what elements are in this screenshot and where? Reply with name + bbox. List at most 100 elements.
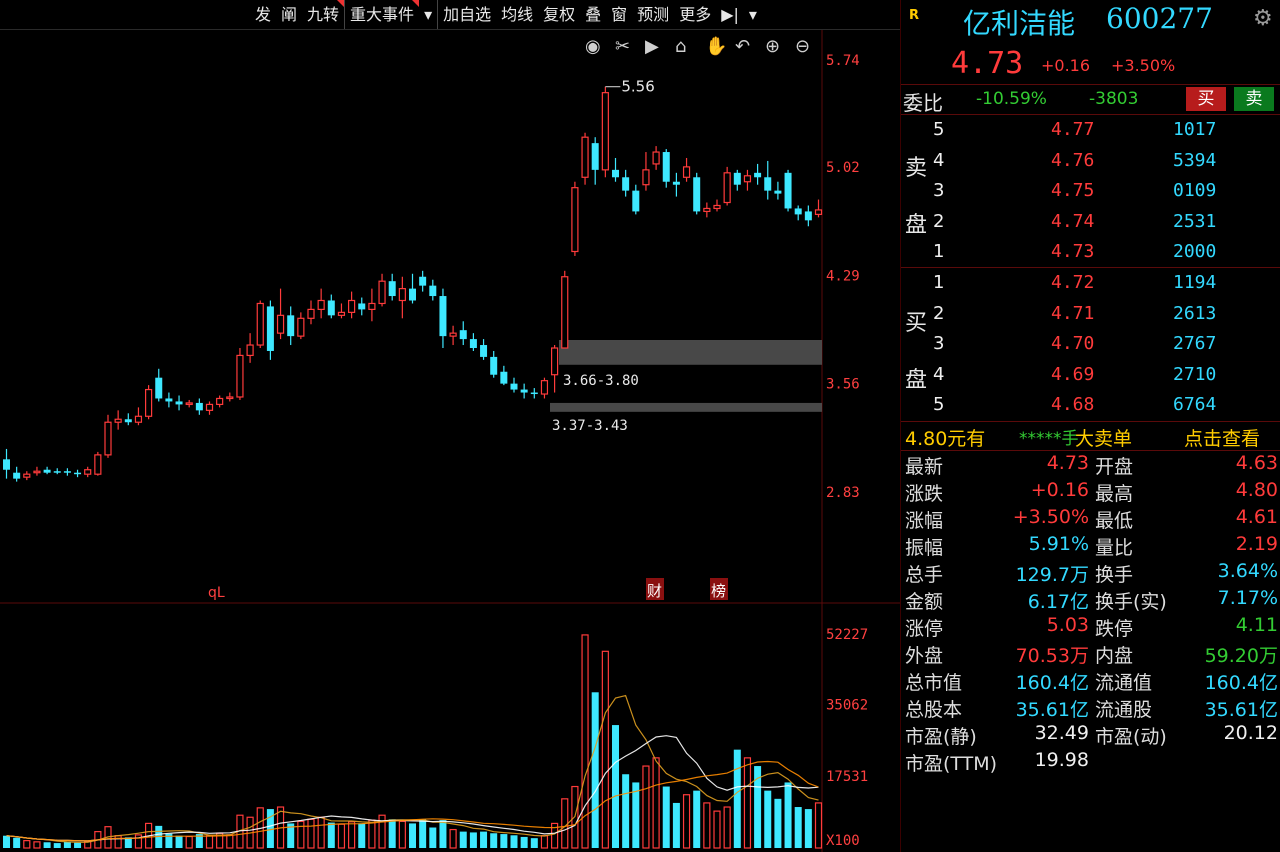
stat-label: 跌停	[1095, 618, 1134, 640]
volume-tick-label: X100	[826, 833, 860, 849]
ask-level: 2	[933, 210, 945, 232]
bid-row[interactable]: 2 4.71 2613	[901, 299, 1280, 329]
volume-bar	[13, 837, 21, 848]
stat-label: 流通股	[1095, 699, 1153, 721]
eye-icon[interactable]: ◉	[585, 36, 601, 57]
big-order-type: 大卖单	[1075, 428, 1133, 450]
bid-level: 5	[933, 394, 945, 415]
candle-body	[266, 306, 274, 351]
kline-chart[interactable]: ◉ ✂ ▶ ⌂ ✋ ↶ ⊕ ⊖ 5.74 5.02 4.29 3.56 2.83 52227 35062 1…	[0, 0, 900, 852]
ask-price: 4.75	[1051, 180, 1095, 201]
ranking-tag[interactable]: 榜	[711, 582, 726, 600]
zoom-in-icon[interactable]: ⊕	[765, 36, 780, 57]
zoom-out-icon[interactable]: ⊖	[795, 36, 810, 57]
ask-volume: 5394	[1173, 149, 1217, 171]
ask-row[interactable]: 1 4.73 2000	[901, 237, 1280, 267]
candle-body	[134, 415, 143, 423]
zone-3.37-3.43	[550, 402, 822, 412]
bid-row[interactable]: 3 4.70 2767	[901, 329, 1280, 359]
candle-body	[236, 354, 244, 398]
bid-level: 4	[933, 363, 945, 385]
candle-body	[632, 190, 640, 212]
stat-label: 市盈(静)	[905, 726, 977, 748]
ask-volume: 0109	[1173, 180, 1217, 201]
volume-bar	[449, 828, 457, 849]
volume-bar	[63, 841, 71, 848]
candle-body	[662, 152, 670, 182]
bid-price: 4.71	[1051, 302, 1095, 324]
ask-price: 4.76	[1051, 149, 1095, 171]
candle-body	[13, 472, 21, 479]
lock-icon[interactable]: ⌂	[675, 36, 686, 57]
candle-body	[530, 392, 538, 395]
ask-price: 4.77	[1051, 119, 1095, 140]
volume-bar	[743, 757, 752, 849]
volume-bar	[3, 835, 10, 848]
price-tick-label: 5.02	[826, 160, 860, 176]
candle-body	[378, 280, 386, 305]
big-order-view-link[interactable]: 点击查看	[1184, 424, 1260, 451]
scissors-icon[interactable]: ✂	[615, 36, 630, 57]
ask-price: 4.74	[1051, 210, 1095, 232]
hand-icon[interactable]: ✋	[705, 35, 727, 57]
sell-button[interactable]: 卖	[1234, 87, 1274, 111]
candle-body	[63, 471, 71, 473]
volume-bar	[469, 832, 477, 848]
stat-value: 4.73	[1046, 452, 1089, 474]
candle-body	[439, 296, 447, 337]
price-change: +0.16	[1041, 56, 1091, 75]
candle-body	[104, 421, 112, 456]
bid-volume: 6764	[1173, 394, 1217, 415]
candle-body	[743, 175, 752, 183]
price-tick-label: 5.74	[826, 53, 860, 69]
ask-row[interactable]: 5 4.77 1017	[901, 115, 1280, 145]
candle-body	[693, 177, 701, 212]
annotations: 5.56 3.66-3.80 3.37-3.43 qL 财 榜	[208, 78, 728, 601]
stat-value: 35.61亿	[1015, 699, 1089, 721]
bid-volume: 2710	[1173, 363, 1217, 385]
candle-body	[94, 454, 102, 475]
stat-label: 开盘	[1095, 456, 1134, 478]
candle-body	[520, 389, 528, 393]
weibi-label: 委比	[903, 91, 943, 115]
ask-row[interactable]: 4 4.76 5394	[901, 146, 1280, 176]
candle-body	[774, 190, 782, 194]
zone-label-upper: 3.66-3.80	[563, 373, 639, 389]
stat-value: 160.4亿	[1204, 672, 1278, 694]
bid-row[interactable]: 4 4.69 2710	[901, 360, 1280, 390]
divider	[901, 421, 1280, 422]
candle-body	[388, 281, 396, 297]
candle-body	[540, 380, 549, 395]
undo-icon[interactable]: ↶	[735, 36, 750, 57]
volume-bar	[774, 798, 782, 848]
candle-body	[581, 136, 589, 178]
volume-bar	[205, 835, 214, 849]
stat-value: 70.53万	[1015, 645, 1089, 667]
candle-body	[612, 169, 619, 178]
volume-bar	[368, 819, 376, 849]
candle-body	[429, 285, 437, 297]
candle-body	[114, 418, 122, 423]
bid-row[interactable]: 1 4.72 1194	[901, 268, 1280, 298]
play-icon[interactable]: ▶	[645, 36, 659, 57]
finance-tag[interactable]: 财	[647, 582, 662, 600]
weicha-value: -3803	[1089, 89, 1139, 109]
candle-body	[276, 314, 285, 334]
candle-body	[226, 396, 234, 400]
buy-button[interactable]: 买	[1186, 87, 1226, 111]
stat-value: 7.17%	[1217, 587, 1278, 609]
volume-bar	[348, 821, 356, 849]
gear-icon[interactable]: ⚙	[1253, 6, 1273, 31]
bid-row[interactable]: 5 4.68 6764	[901, 390, 1280, 420]
stat-label: 内盘	[1095, 645, 1134, 667]
candle-body	[124, 419, 132, 423]
volume-bar	[814, 802, 823, 849]
stat-value: 4.11	[1235, 614, 1278, 636]
volume-bar	[794, 807, 802, 848]
ask-row[interactable]: 3 4.75 0109	[901, 176, 1280, 206]
ask-row[interactable]: 2 4.74 2531	[901, 207, 1280, 237]
candle-body	[84, 469, 92, 475]
volume-bar	[733, 749, 741, 848]
candle-body	[205, 403, 214, 411]
stat-label: 总市值	[905, 672, 963, 694]
